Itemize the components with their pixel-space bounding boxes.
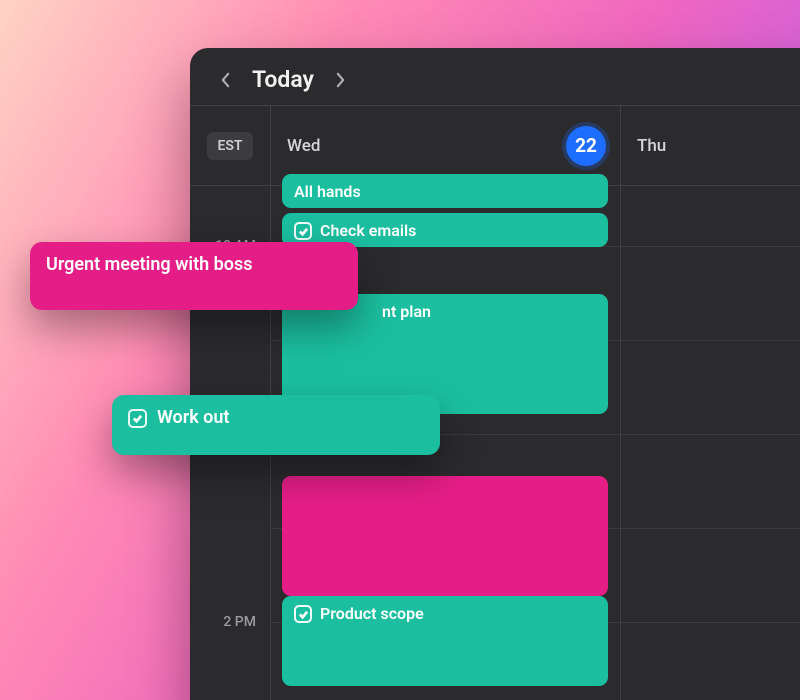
day-name-thu: Thu — [637, 136, 666, 156]
timezone-button[interactable]: EST — [207, 132, 252, 160]
chevron-right-icon — [336, 72, 345, 88]
event-title: All hands — [294, 182, 361, 201]
header-title: Today — [252, 66, 314, 93]
prev-day-button[interactable] — [212, 67, 238, 93]
app-header: Today — [190, 48, 800, 105]
chevron-left-icon — [221, 72, 230, 88]
hour-label: 2 PM — [190, 614, 270, 630]
event-product-scope[interactable]: Product scope — [282, 596, 608, 686]
event-title: Urgent meeting with boss — [46, 254, 252, 275]
checkbox-icon[interactable] — [128, 409, 147, 428]
day-header-thu[interactable]: Thu — [621, 106, 800, 186]
event-pink-block[interactable] — [282, 476, 608, 596]
thu-column-header: Thu — [620, 105, 800, 700]
event-title: Product scope — [320, 604, 424, 623]
event-title: nt plan — [382, 302, 431, 321]
day-name-wed: Wed — [287, 136, 320, 156]
event-all-hands[interactable]: All hands — [282, 174, 608, 208]
day-number-badge: 22 — [566, 126, 606, 166]
checkbox-icon[interactable] — [294, 605, 312, 623]
timezone-cell: EST — [190, 106, 270, 186]
checkbox-icon[interactable] — [294, 222, 312, 240]
event-title: Work out — [157, 407, 229, 428]
background-gradient: Today EST Wed 22 Thu — [0, 0, 800, 700]
next-day-button[interactable] — [328, 67, 354, 93]
calendar-app-window: Today EST Wed 22 Thu — [190, 48, 800, 700]
floating-event-urgent[interactable]: Urgent meeting with boss — [30, 242, 358, 310]
event-title: Check emails — [320, 221, 416, 240]
floating-event-workout[interactable]: Work out — [112, 395, 440, 455]
